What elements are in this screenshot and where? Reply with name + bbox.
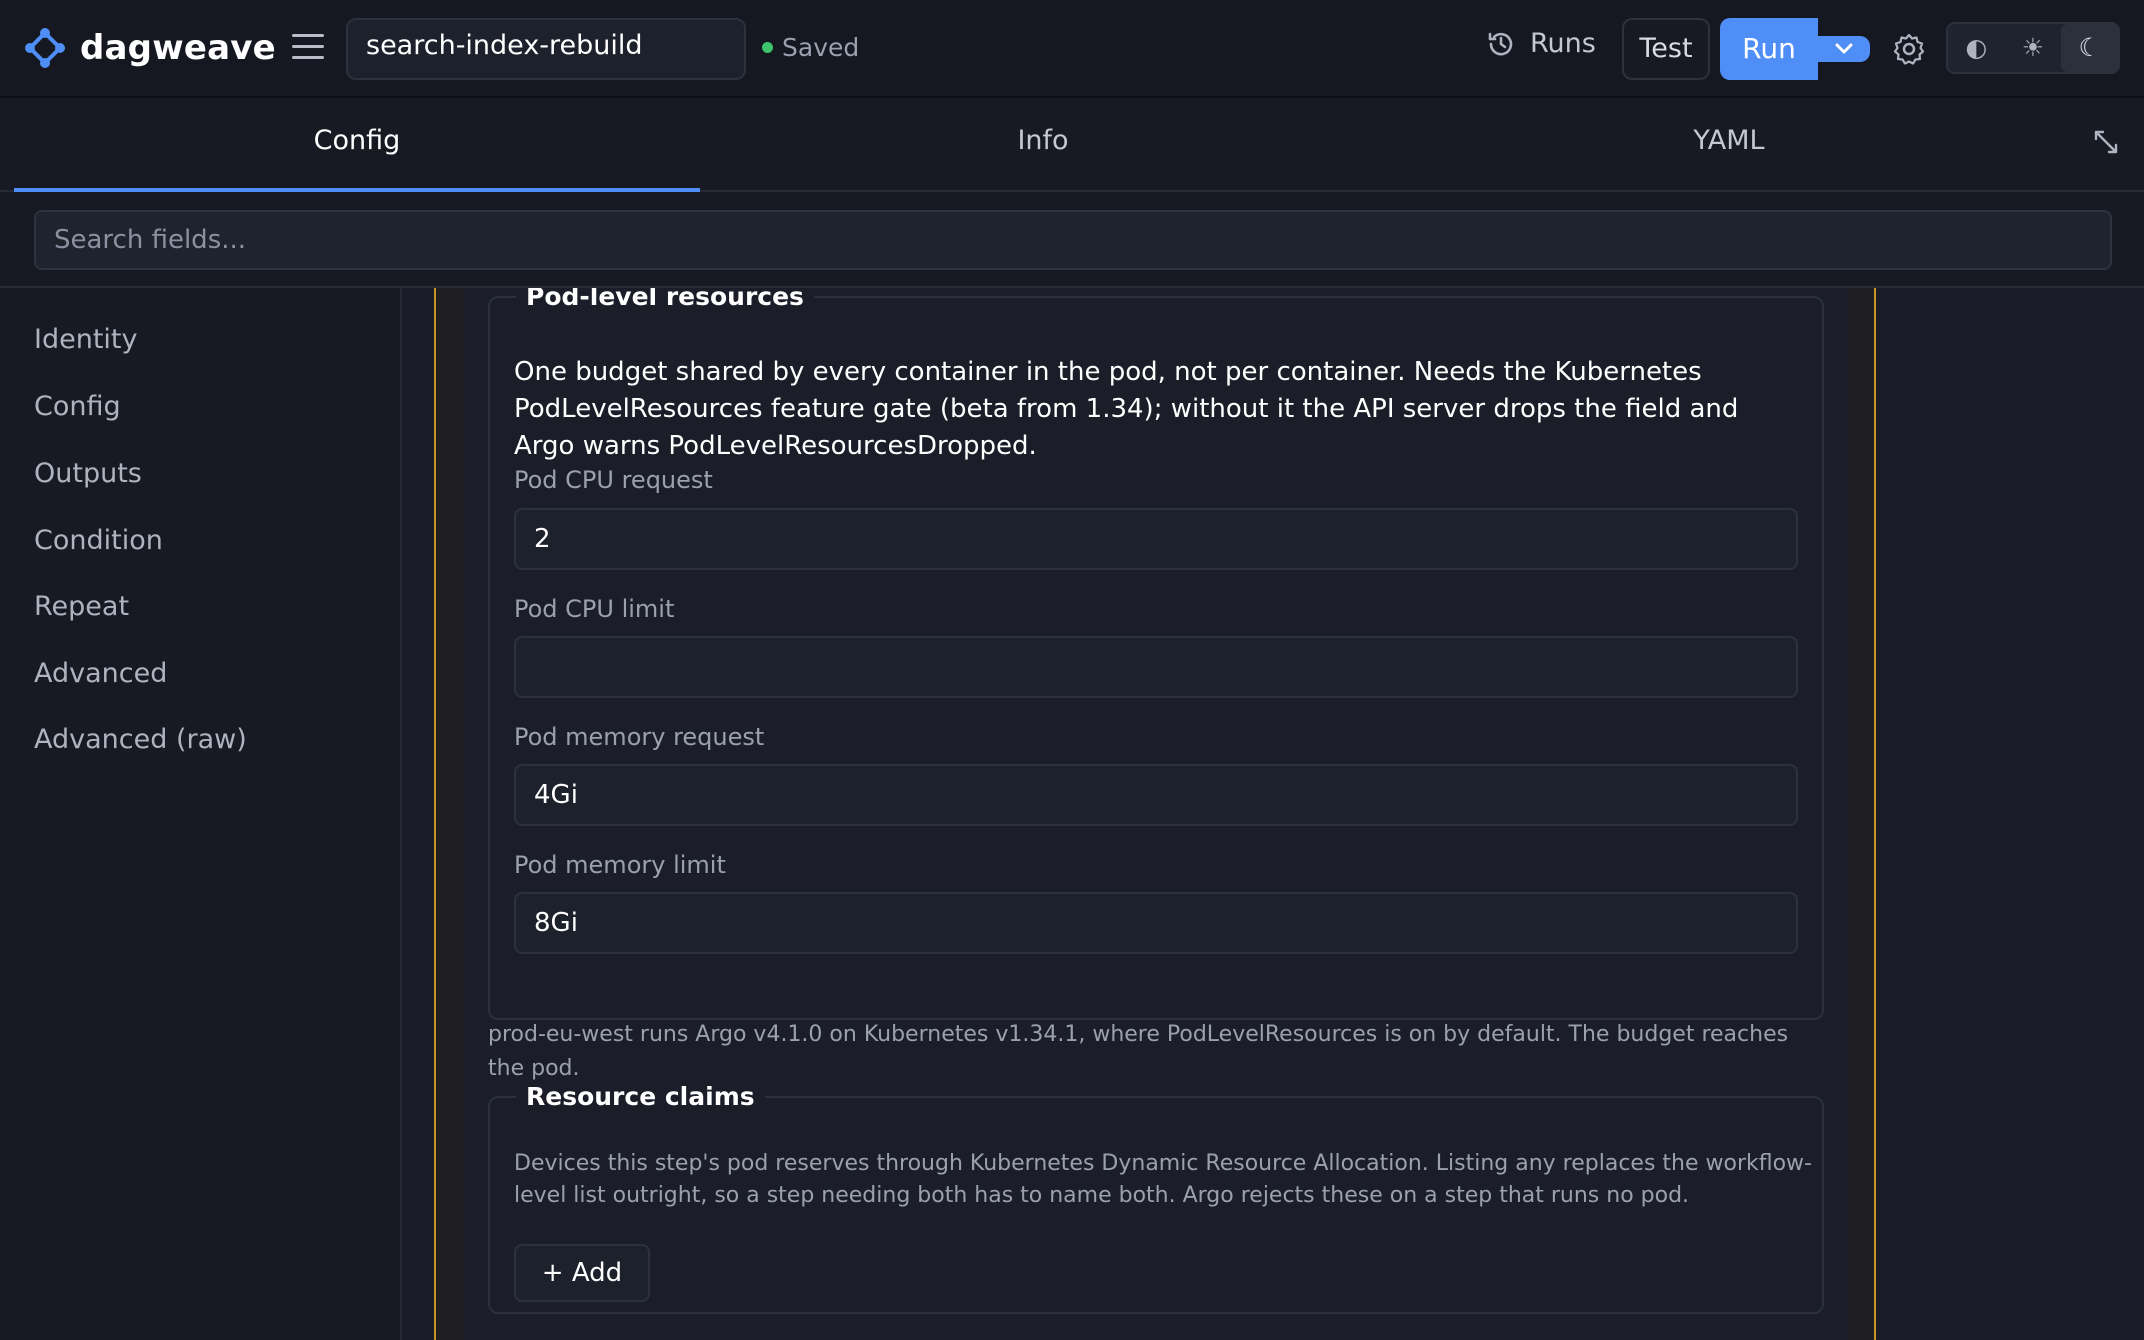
pod-resources-title: Pod-level resources [526, 288, 804, 311]
theme-light-option[interactable]: ☀ [2005, 24, 2062, 72]
test-button[interactable]: Test [1622, 18, 1710, 80]
sidebar-item-repeat[interactable]: Repeat [34, 591, 129, 622]
run-options-button[interactable] [1818, 36, 1870, 62]
chevron-down-icon [1835, 43, 1853, 54]
pod-memory-request-label: Pod memory request [514, 723, 765, 751]
expand-icon[interactable] [2092, 128, 2120, 156]
run-button[interactable]: Run [1720, 18, 1818, 80]
sidebar-item-condition[interactable]: Condition [34, 525, 163, 556]
pod-memory-limit-input[interactable]: 8Gi [514, 892, 1798, 954]
config-form-area[interactable]: Pod-level resources One budget shared by… [402, 288, 2144, 1340]
panel-tabs: Config Info YAML [0, 98, 2144, 192]
tab-info[interactable]: Info [700, 98, 1386, 192]
history-icon [1488, 32, 1513, 55]
theme-dark-option[interactable]: ☾ [2061, 24, 2119, 72]
resource-claims-description: Devices this step's pod reserves through… [514, 1151, 1812, 1208]
runs-button[interactable]: Runs [1486, 28, 1596, 59]
pod-cpu-limit-input[interactable] [514, 636, 1798, 698]
pod-cpu-limit-label: Pod CPU limit [514, 595, 675, 623]
step-frame: Pod-level resources One budget shared by… [434, 288, 1876, 1340]
theme-auto-option[interactable]: ◐ [1948, 24, 2005, 72]
gear-icon[interactable] [1892, 32, 1926, 66]
save-status-label: Saved [782, 33, 860, 62]
tab-yaml[interactable]: YAML [1386, 98, 2072, 192]
pod-cpu-request-label: Pod CPU request [514, 466, 713, 494]
menu-icon[interactable] [292, 34, 324, 62]
search-fields-input[interactable] [34, 210, 2112, 270]
top-bar: dagweave search-index-rebuild Saved Runs… [0, 0, 2144, 98]
pod-resources-cluster-note: prod-eu-west runs Argo v4.1.0 on Kuberne… [488, 1022, 1789, 1081]
step-panel: Pod-level resources One budget shared by… [464, 288, 1848, 1340]
pod-memory-request-input[interactable]: 4Gi [514, 764, 1798, 826]
save-status: Saved [762, 33, 859, 62]
add-resource-claim-button[interactable]: + Add [514, 1244, 650, 1302]
sidebar-item-advanced-raw[interactable]: Advanced (raw) [34, 724, 247, 755]
sidebar-item-outputs[interactable]: Outputs [34, 458, 142, 489]
section-sidebar: Identity Config Outputs Condition Repeat… [0, 288, 402, 1340]
theme-switcher: ◐ ☀ ☾ [1946, 22, 2120, 74]
dagweave-logo-icon [25, 28, 65, 68]
resource-claims-title: Resource claims [526, 1082, 755, 1111]
pod-resources-description: One budget shared by every container in … [514, 357, 1739, 461]
sidebar-item-identity[interactable]: Identity [34, 324, 137, 355]
brand-name: dagweave [80, 28, 276, 68]
sidebar-item-config[interactable]: Config [34, 391, 121, 422]
pod-cpu-request-input[interactable]: 2 [514, 508, 1798, 570]
search-row [0, 192, 2144, 288]
sidebar-item-advanced[interactable]: Advanced [34, 658, 167, 689]
pod-memory-limit-label: Pod memory limit [514, 851, 726, 879]
tab-config[interactable]: Config [14, 98, 700, 192]
status-dot-icon [762, 42, 773, 53]
workflow-name-field[interactable]: search-index-rebuild [346, 18, 746, 80]
runs-label: Runs [1530, 28, 1596, 59]
